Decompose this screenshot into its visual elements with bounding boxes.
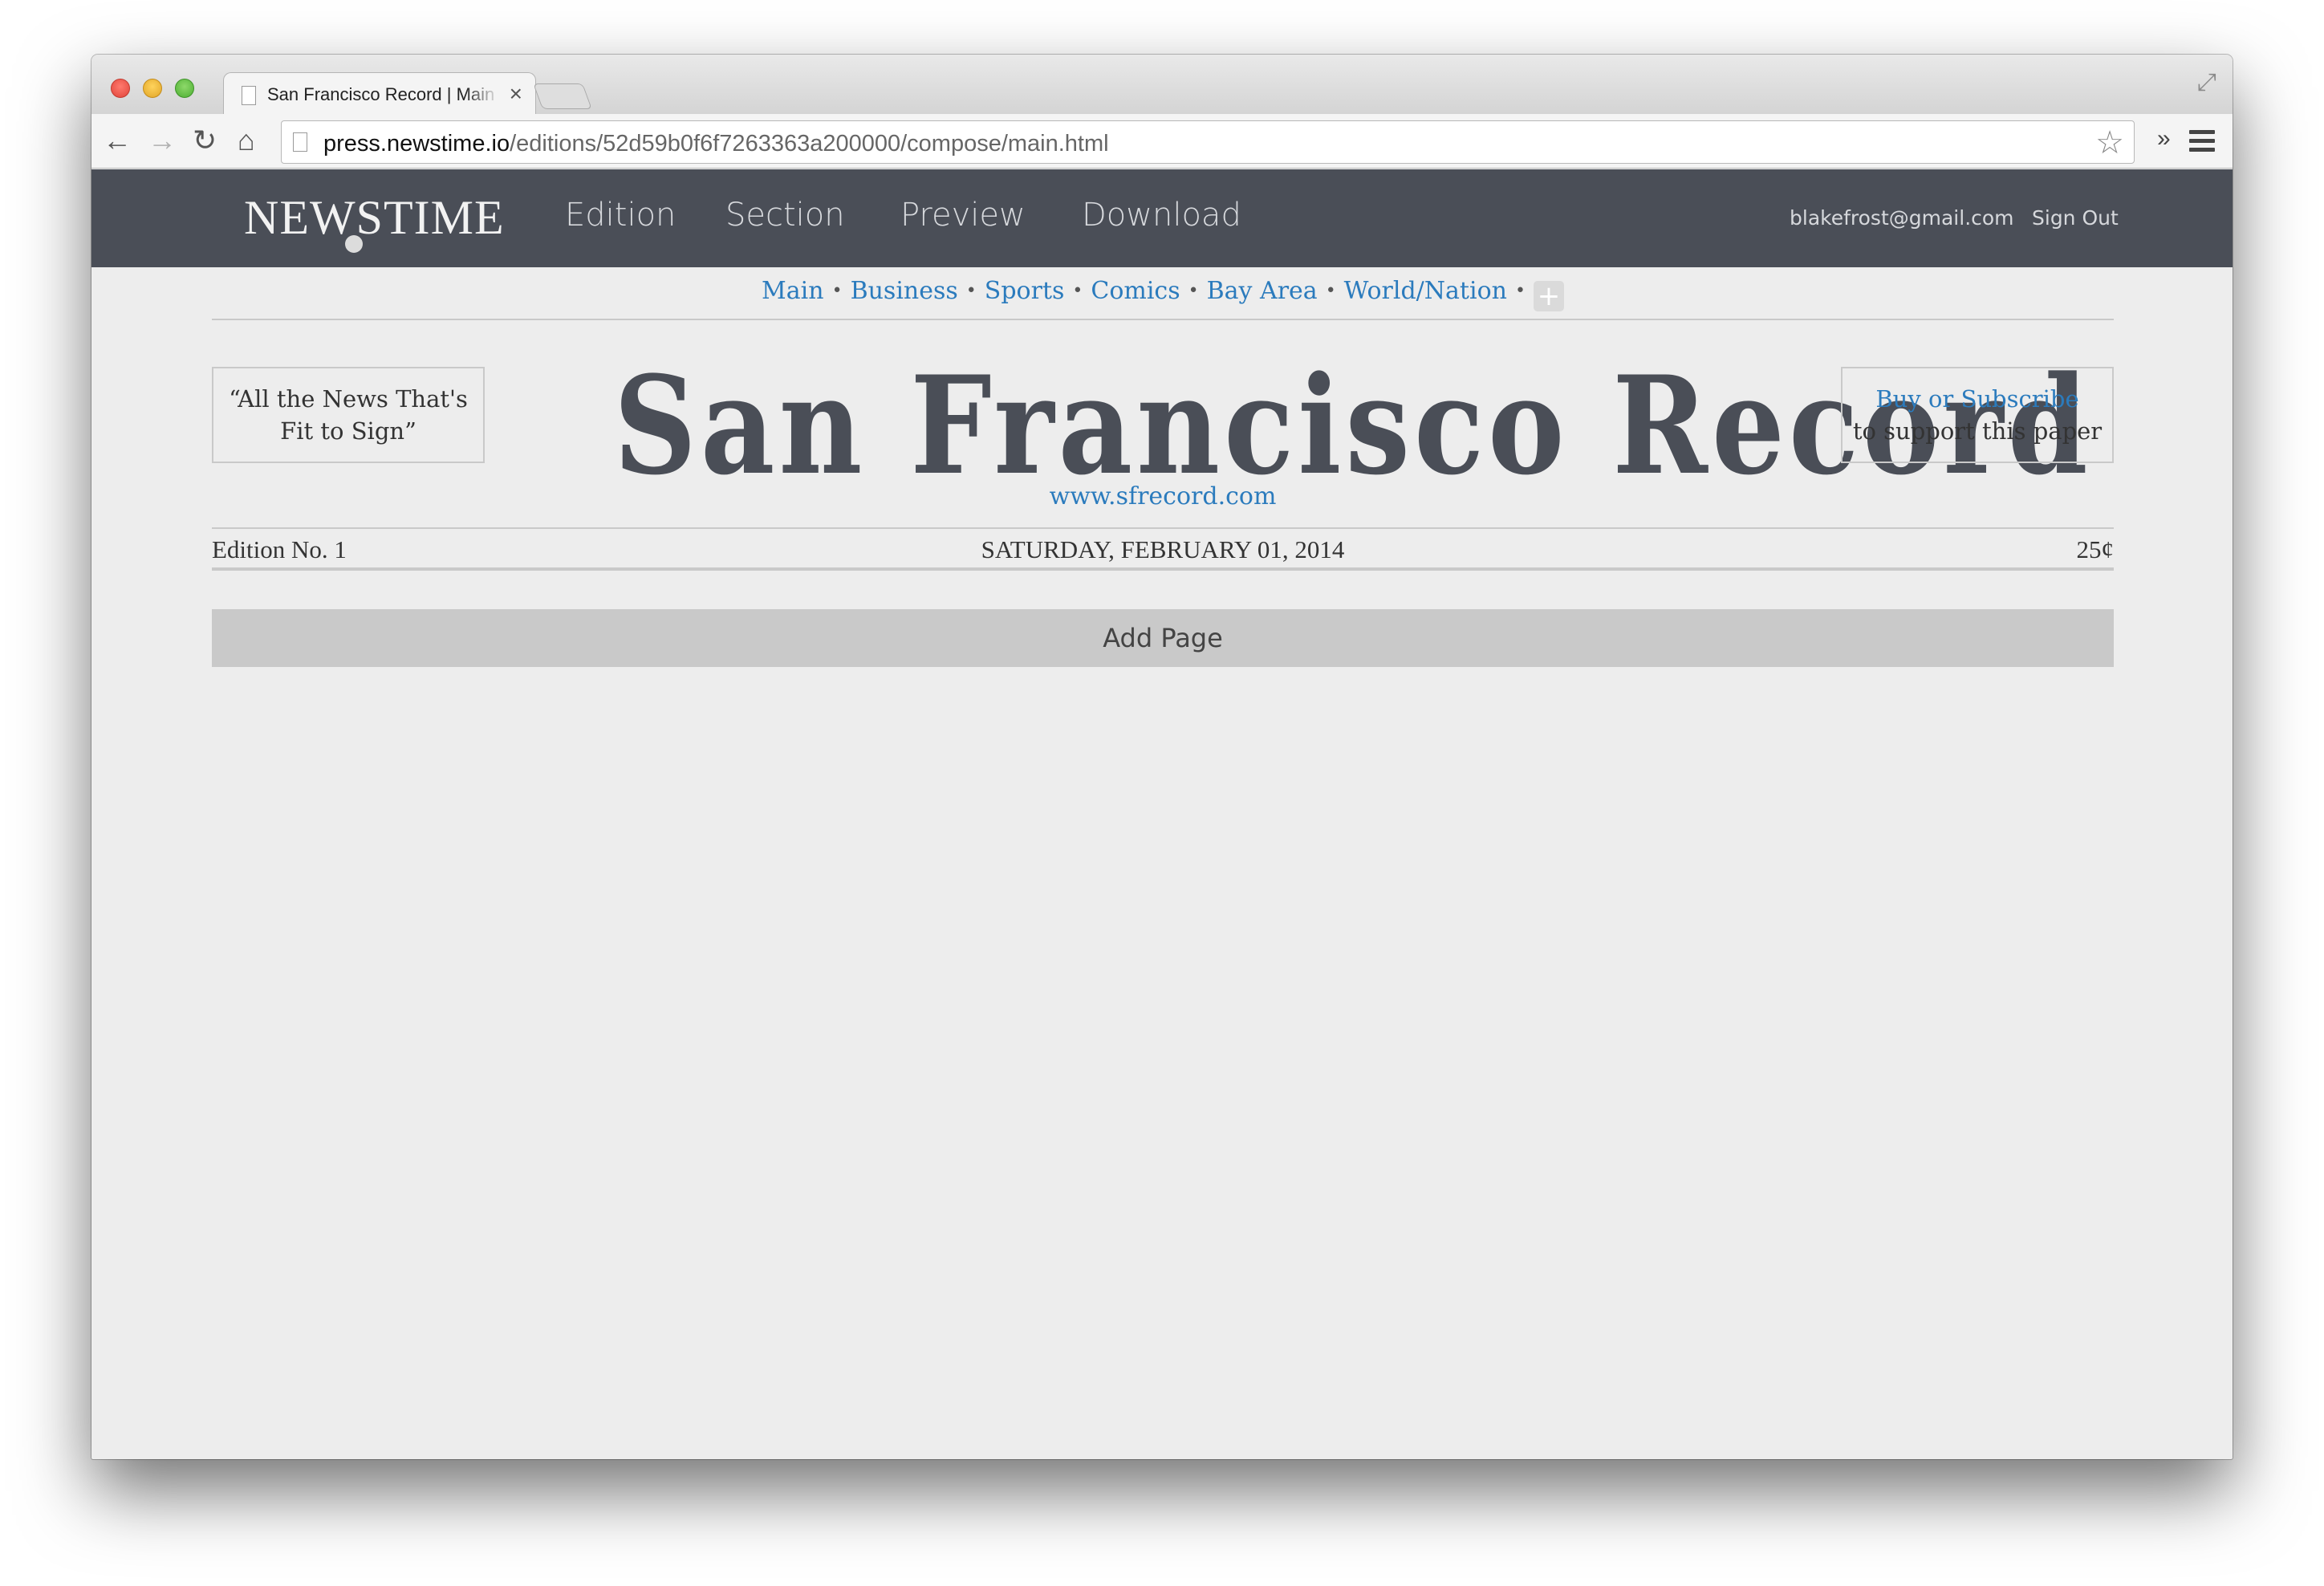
- newstime-logo[interactable]: NEWSTIME: [244, 190, 505, 246]
- forward-arrow-icon[interactable]: →: [148, 124, 177, 157]
- compose-area: Main • Business • Sports • Comics • Bay Area • Wor…: [212, 267, 2114, 667]
- url-path: /editions/52d59b0f6f7263363a200000/compo…: [510, 131, 1109, 157]
- nav-download[interactable]: Download: [1082, 197, 1241, 234]
- reload-icon[interactable]: ↻: [193, 124, 217, 157]
- bookmark-star-icon[interactable]: ☆: [2095, 124, 2124, 161]
- browser-toolbar: ← → ↻ ⌂ press.newstime.io/editions/52d59…: [91, 114, 2233, 169]
- add-page-button[interactable]: Add Page: [212, 609, 2114, 667]
- page-icon: [242, 86, 256, 105]
- menu-icon[interactable]: [2189, 130, 2215, 157]
- browser-tab[interactable]: San Francisco Record | Main ×: [223, 72, 536, 116]
- new-tab-button[interactable]: [533, 83, 592, 109]
- address-bar[interactable]: press.newstime.io/editions/52d59b0f6f726…: [281, 120, 2135, 164]
- url-text[interactable]: press.newstime.io/editions/52d59b0f6f726…: [323, 131, 1109, 157]
- user-email[interactable]: blakefrost@gmail.com: [1790, 206, 2014, 230]
- section-link-business[interactable]: Business: [851, 277, 958, 305]
- nav-preview[interactable]: Preview: [900, 197, 1026, 234]
- tab-title: San Francisco Record | Main: [267, 84, 495, 104]
- section-link-world-nation[interactable]: World/Nation: [1344, 277, 1507, 305]
- subscribe-link[interactable]: Buy or Subscribe: [1843, 383, 2112, 415]
- section-link-sports[interactable]: Sports: [985, 277, 1065, 305]
- app-header: NEWSTIME Edition Section Preview Downloa…: [91, 169, 2233, 267]
- extensions-chevron-icon[interactable]: »: [2157, 125, 2171, 152]
- section-link-comics[interactable]: Comics: [1091, 277, 1180, 305]
- tab-strip: San Francisco Record | Main × ⤢: [91, 55, 2233, 116]
- nav-section[interactable]: Section: [725, 197, 845, 234]
- section-link-main[interactable]: Main: [762, 277, 824, 305]
- masthead-left-ear[interactable]: “All the News That's Fit to Sign”: [212, 367, 485, 463]
- nav-edition[interactable]: Edition: [565, 197, 676, 234]
- masthead: “All the News That's Fit to Sign” San Fr…: [212, 320, 2114, 527]
- browser-window: San Francisco Record | Main × ⤢ ← → ↻ ⌂ …: [91, 55, 2233, 1459]
- section-link-bay-area[interactable]: Bay Area: [1207, 277, 1318, 305]
- paper-title[interactable]: San Francisco Record: [614, 346, 2088, 505]
- fullscreen-icon[interactable]: ⤢: [2197, 69, 2216, 96]
- sign-out-link[interactable]: Sign Out: [2032, 206, 2119, 230]
- dateline: Edition No. 1 SATURDAY, FEBRUARY 01, 201…: [212, 527, 2114, 571]
- home-icon[interactable]: ⌂: [238, 124, 255, 157]
- back-arrow-icon[interactable]: ←: [103, 124, 132, 157]
- zoom-window-button[interactable]: [175, 79, 194, 98]
- logo-dot: [345, 235, 363, 253]
- minimize-window-button[interactable]: [143, 79, 162, 98]
- page-icon: [293, 132, 307, 152]
- masthead-right-ear[interactable]: Buy or Subscribe to support this paper: [1841, 367, 2114, 463]
- tab-close-icon[interactable]: ×: [510, 81, 522, 107]
- edition-price: 25¢: [2076, 535, 2115, 563]
- edition-date: SATURDAY, FEBRUARY 01, 2014: [981, 535, 1345, 563]
- paper-url[interactable]: www.sfrecord.com: [212, 482, 2114, 510]
- close-window-button[interactable]: [111, 79, 130, 98]
- add-section-button[interactable]: +: [1533, 281, 1564, 311]
- section-nav: Main • Business • Sports • Comics • Bay Area • Wor…: [212, 267, 2114, 320]
- subscribe-text: to support this paper: [1852, 417, 2103, 445]
- url-host: press.newstime.io: [323, 131, 510, 157]
